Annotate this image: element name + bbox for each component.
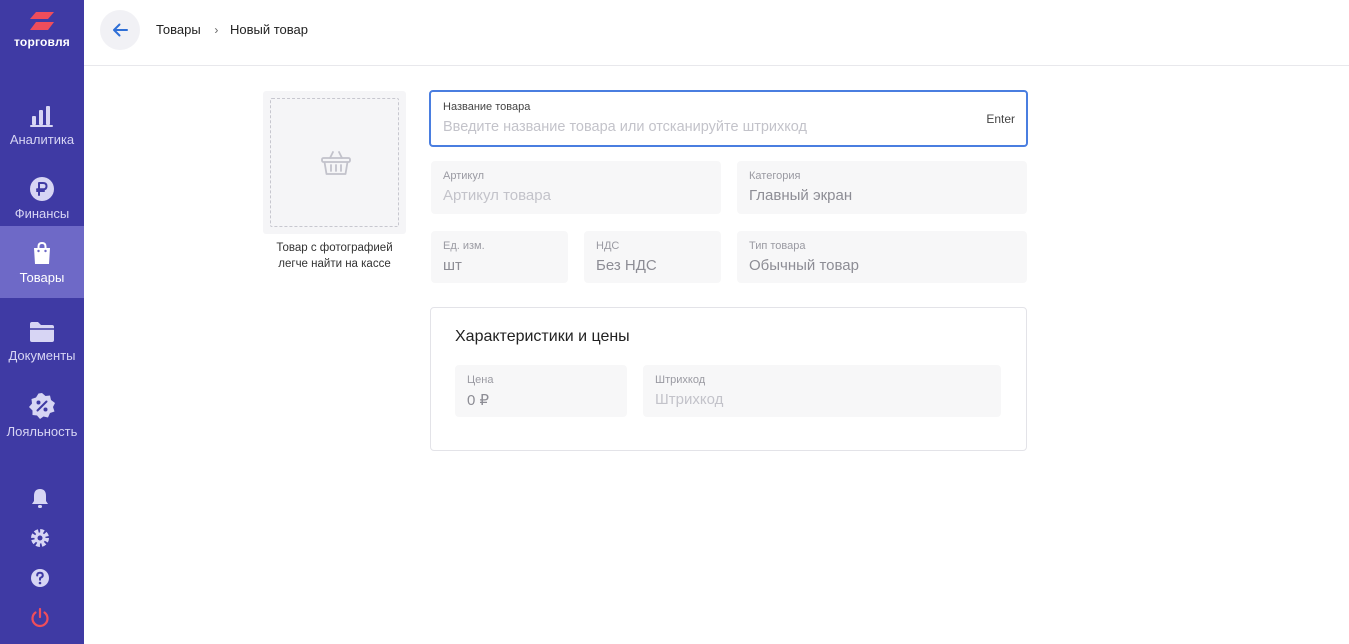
back-button[interactable] <box>100 10 140 50</box>
field-label: Артикул <box>443 170 485 182</box>
help-icon <box>31 569 49 587</box>
sku-input[interactable]: Артикул товара <box>443 187 551 204</box>
category-value: Главный экран <box>749 187 853 204</box>
sidebar-item-analytics[interactable]: Аналитика <box>0 90 84 162</box>
product-type-value: Обычный товар <box>749 257 859 274</box>
shopping-bag-icon <box>34 241 50 264</box>
sidebar-item-label: Аналитика <box>9 132 75 147</box>
product-type-select[interactable]: Тип товара Обычный товар <box>737 231 1027 283</box>
enter-hint: Enter <box>986 112 1015 126</box>
sidebar-item-label: Товары <box>19 270 65 285</box>
sku-field[interactable]: Артикул Артикул товара <box>431 161 721 214</box>
field-label: Цена <box>467 374 494 386</box>
price-field[interactable]: Цена 0 ₽ <box>455 365 627 417</box>
logo-icon <box>30 12 54 30</box>
settings-button[interactable] <box>28 526 52 550</box>
notifications-button[interactable] <box>28 486 52 510</box>
logout-button[interactable] <box>28 606 52 630</box>
basket-icon <box>321 151 351 175</box>
field-label: Тип товара <box>749 240 806 252</box>
sidebar: торговля Аналитика Финансы Товары Докуме… <box>0 0 84 644</box>
folder-icon <box>30 322 54 342</box>
photo-hint: Товар с фотографией легче найти на кассе <box>276 242 393 270</box>
sidebar-item-label: Финансы <box>14 206 70 221</box>
sidebar-item-products[interactable]: Товары <box>0 226 84 298</box>
brand-name: торговля <box>14 35 70 49</box>
brand-logo[interactable]: торговля <box>0 8 84 64</box>
breadcrumb-current: Новый товар <box>229 22 308 37</box>
sidebar-item-label: Лояльность <box>6 424 78 439</box>
photo-upload[interactable] <box>263 91 406 234</box>
field-label: Категория <box>749 170 801 182</box>
field-label: Штрихкод <box>655 374 706 386</box>
sidebar-item-label: Документы <box>8 348 76 363</box>
unit-select[interactable]: Ед. изм. шт <box>431 231 568 283</box>
ruble-icon <box>30 177 54 201</box>
chevron-right-icon: › <box>214 23 219 37</box>
sidebar-item-loyalty[interactable]: Лояльность <box>0 378 84 450</box>
discount-badge-icon <box>29 393 55 419</box>
category-select[interactable]: Категория Главный экран <box>737 161 1027 214</box>
field-label: НДС <box>596 240 620 252</box>
sidebar-item-documents[interactable]: Документы <box>0 306 84 378</box>
breadcrumb-parent[interactable]: Товары <box>156 22 201 37</box>
field-label: Название товара <box>443 101 531 113</box>
sidebar-item-finance[interactable]: Финансы <box>0 162 84 234</box>
section-title: Характеристики и цены <box>455 328 630 345</box>
prices-section: Характеристики и цены Цена 0 ₽ Штрихкод … <box>430 307 1027 451</box>
help-button[interactable] <box>28 566 52 590</box>
barcode-input[interactable]: Штрихкод <box>655 391 723 408</box>
product-name-field[interactable]: Название товара Введите название товара … <box>429 90 1028 147</box>
breadcrumb: Товары › Новый товар <box>156 22 308 37</box>
bar-chart-icon <box>30 106 53 127</box>
vat-select[interactable]: НДС Без НДС <box>584 231 721 283</box>
power-icon <box>31 607 49 628</box>
product-name-input[interactable]: Введите название товара или отсканируйте… <box>443 119 807 135</box>
bell-icon <box>32 489 48 508</box>
arrow-left-icon <box>113 23 128 37</box>
barcode-field[interactable]: Штрихкод Штрихкод <box>643 365 1001 417</box>
price-input[interactable]: 0 ₽ <box>467 391 489 409</box>
top-bar: Товары › Новый товар <box>84 0 1349 66</box>
field-label: Ед. изм. <box>443 240 485 252</box>
vat-value: Без НДС <box>596 257 657 274</box>
gear-icon <box>31 529 49 547</box>
unit-value: шт <box>443 257 462 274</box>
photo-dropzone[interactable] <box>270 98 399 227</box>
